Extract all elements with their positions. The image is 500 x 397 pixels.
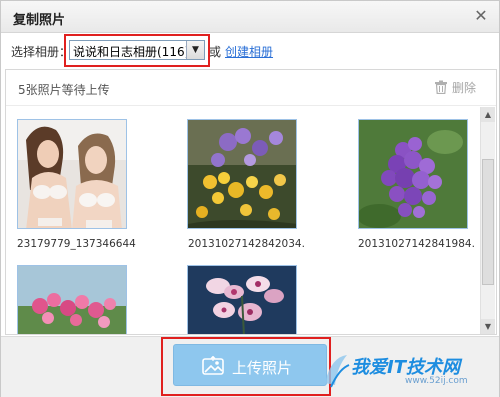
waiting-count-text: 5张照片等待上传 [18,83,110,97]
photo-image [18,266,126,334]
vertical-scrollbar[interactable]: ▲ ▼ [480,107,495,334]
or-text: 或 [209,45,222,59]
photo-thumbnail[interactable] [17,119,127,229]
photo-caption: 20131027142842034. [188,238,305,250]
trash-icon [434,80,447,94]
album-label: 选择相册： [11,45,72,59]
dialog-title: 复制照片 [13,13,66,28]
photo-image [188,120,296,228]
create-album-link[interactable]: 创建相册 [225,43,273,60]
photo-upload-panel: 5张照片等待上传 删除 23179779_137346644 201310271… [5,69,497,335]
photo-thumbnail[interactable] [358,119,468,229]
photo-image [188,266,296,334]
title-bar: 复制照片 ✕ [1,1,499,33]
highlight-box-upload-button [161,337,331,396]
highlight-box-album-select [64,34,210,67]
photo-thumbnail[interactable] [187,119,297,229]
panel-header: 5张照片等待上传 删除 [6,70,496,106]
photo-caption: 20131027142841984. [358,238,475,250]
photo-thumbnail[interactable] [17,265,127,334]
copy-photos-dialog: 复制照片 ✕ 选择相册： 说说和日志相册(116) ▼ 或 创建相册 5张照片等… [0,0,500,397]
scrollbar-thumb[interactable] [482,159,494,285]
photo-caption: 23179779_137346644 [17,238,136,250]
delete-label: 删除 [451,81,476,95]
photo-thumbnail[interactable] [187,265,297,334]
scroll-down-icon[interactable]: ▼ [481,319,495,334]
watermark-logo-icon [325,355,350,388]
close-icon[interactable]: ✕ [471,6,491,26]
site-watermark: 我爱IT技术网 www.52ij.com [321,351,491,391]
delete-button[interactable]: 删除 [434,79,476,97]
photo-image [18,120,126,228]
scroll-up-icon[interactable]: ▲ [481,107,495,122]
photo-image [359,120,467,228]
watermark-url: www.52ij.com [405,376,468,386]
